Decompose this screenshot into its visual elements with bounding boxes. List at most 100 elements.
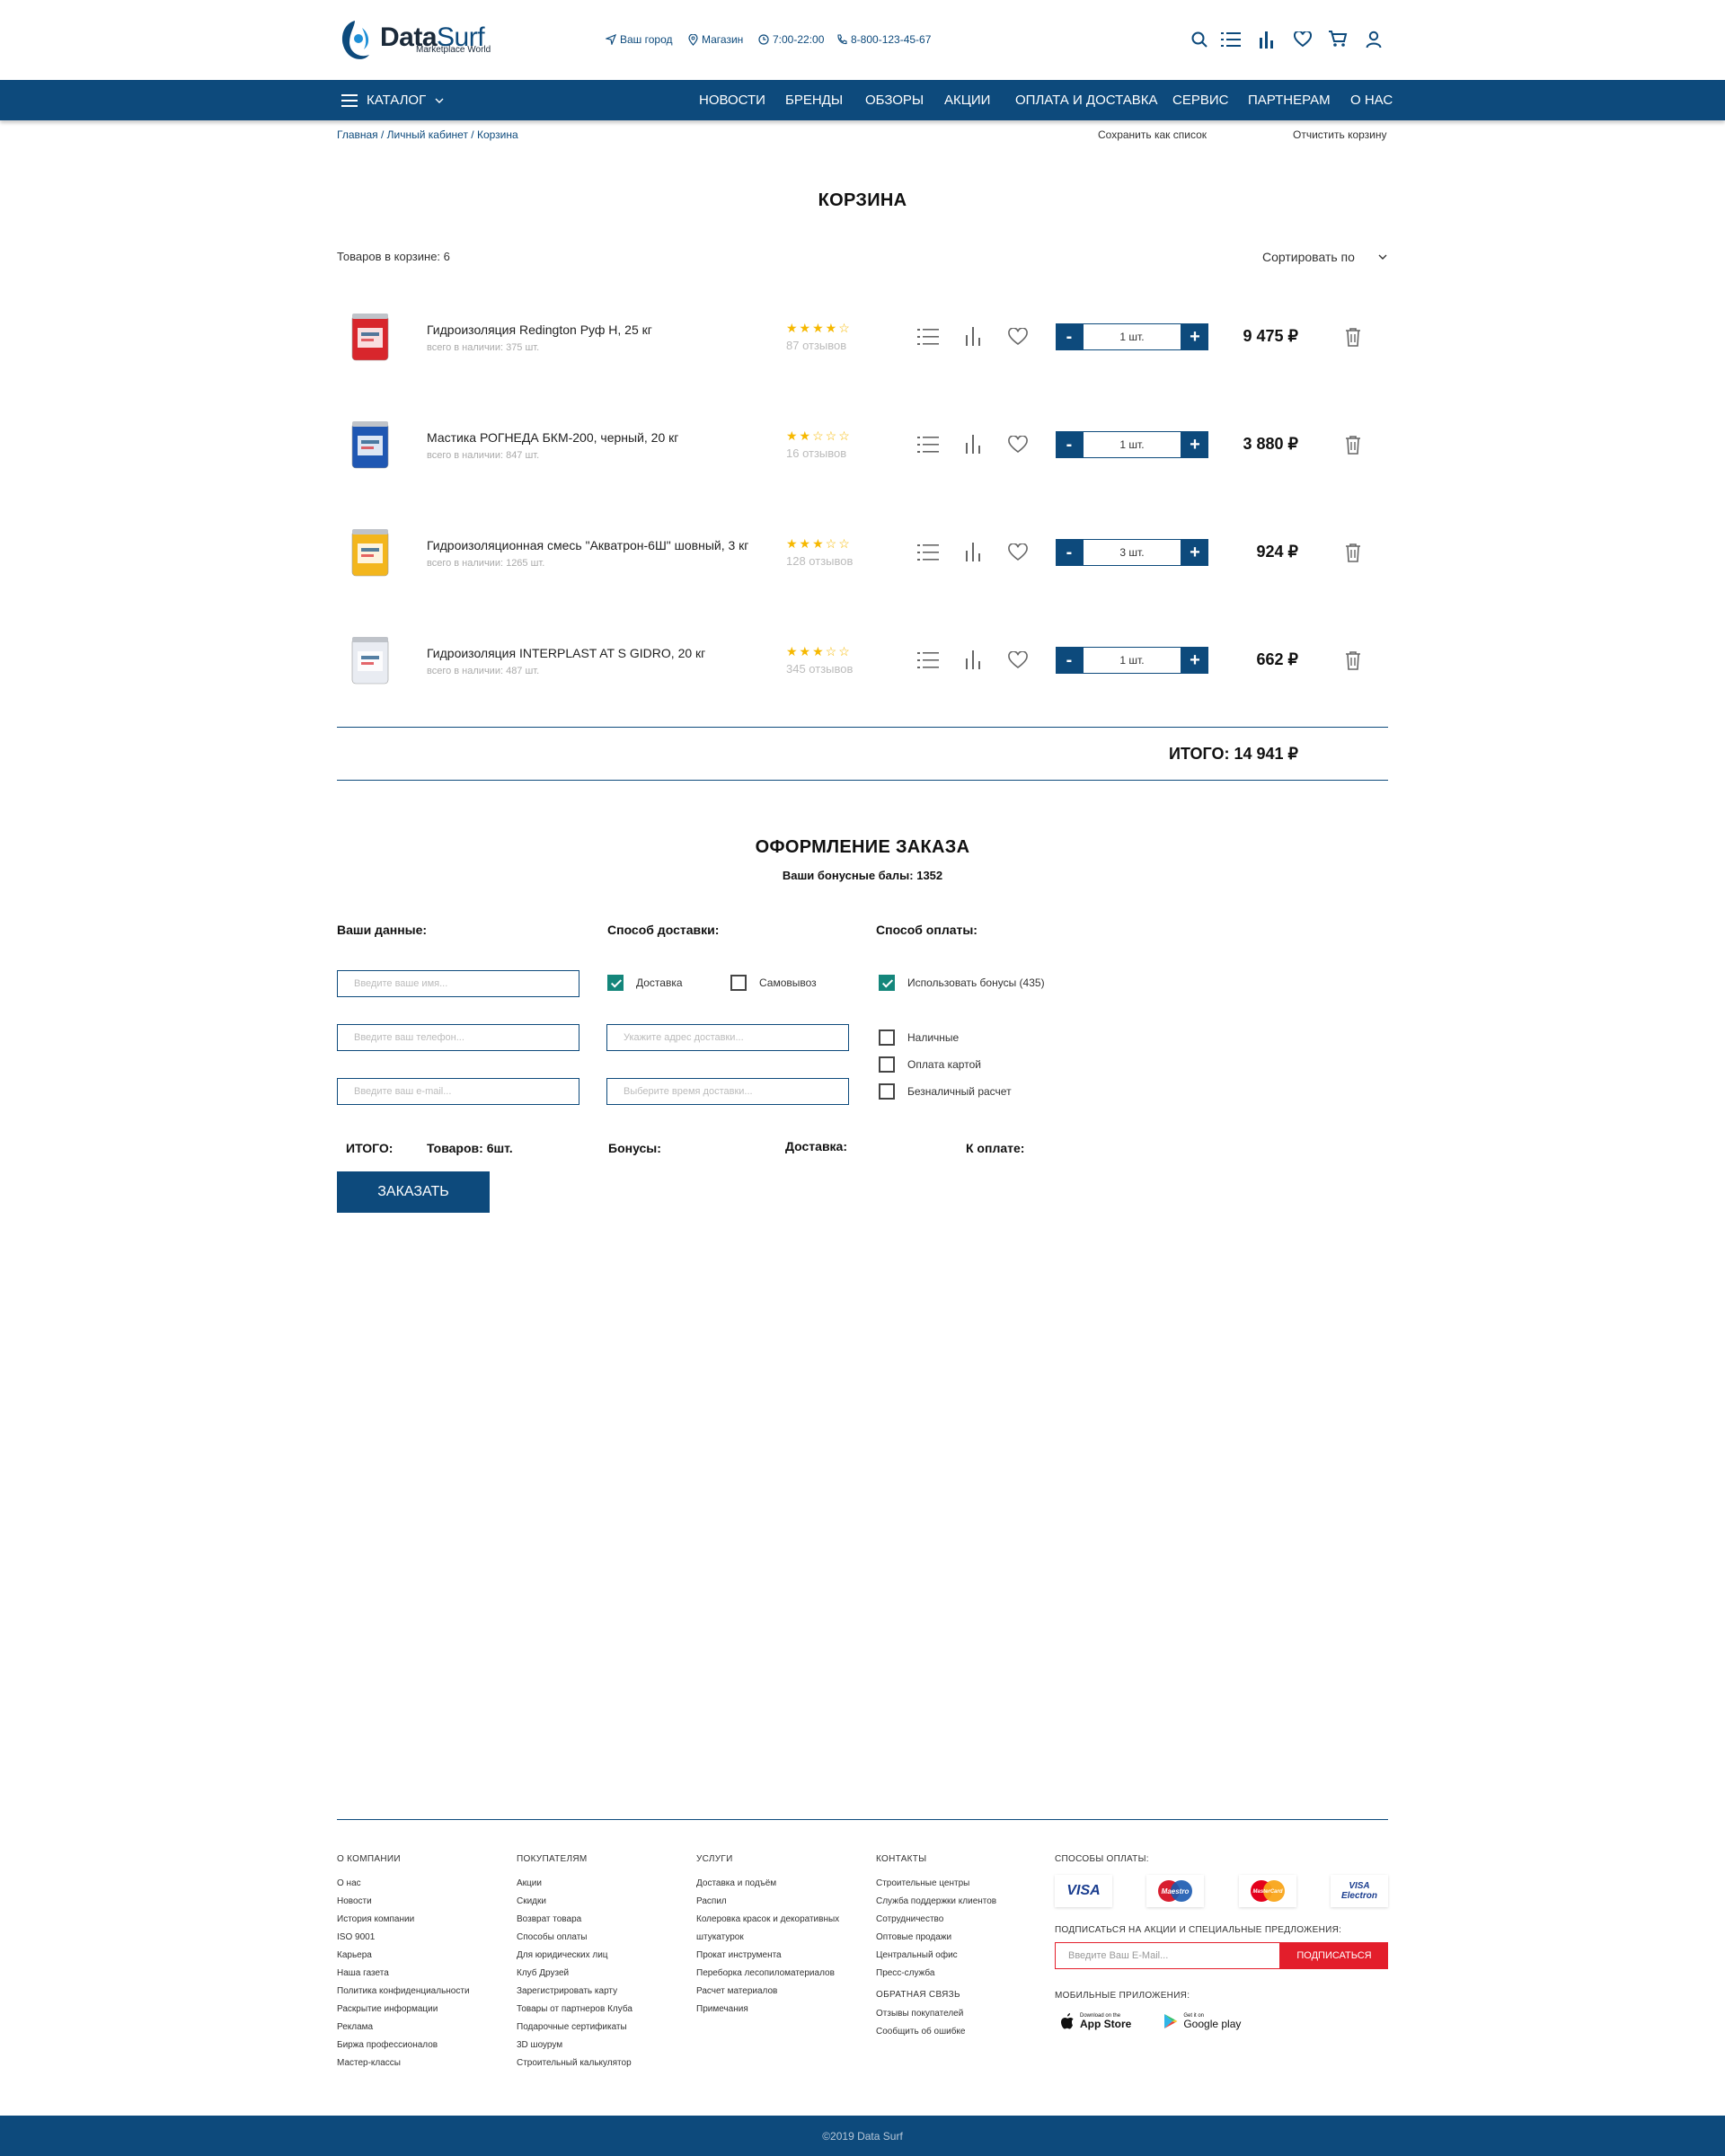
compare-icon[interactable]	[965, 434, 981, 458]
increase-quantity-button[interactable]: +	[1181, 647, 1208, 674]
phone-link[interactable]: 8-800-123-45-67	[836, 33, 931, 46]
nav-news[interactable]: НОВОСТИ	[699, 93, 765, 108]
cashless-option[interactable]: Безналичный расчет	[879, 1083, 1012, 1100]
card-checkbox[interactable]	[879, 1056, 895, 1073]
delivery-option[interactable]: Доставка	[607, 975, 683, 991]
product-image[interactable]	[348, 526, 393, 579]
increase-quantity-button[interactable]: +	[1181, 323, 1208, 350]
clear-cart-link[interactable]: Отчистить корзину	[1293, 128, 1387, 141]
email-field[interactable]: Введите ваш e-mail...	[337, 1078, 579, 1105]
quantity-value[interactable]: 1 шт.	[1083, 647, 1181, 674]
delivery-checkbox[interactable]	[607, 975, 624, 991]
footer-link[interactable]: Раскрытие информации	[337, 2001, 508, 2019]
compare-icon[interactable]	[965, 326, 981, 350]
footer-link[interactable]: Товары от партнеров Клуба	[517, 2001, 687, 2019]
breadcrumb[interactable]: Главная / Личный кабинет / Корзина	[337, 128, 518, 141]
cashless-checkbox[interactable]	[879, 1083, 895, 1100]
product-name[interactable]: Гидроизоляция Redington Руф Н, 25 кг	[427, 323, 652, 337]
catalog-menu-button[interactable]: КАТАЛОГ	[341, 93, 444, 108]
reviews-count[interactable]: 16 отзывов	[786, 446, 846, 460]
product-name[interactable]: Гидроизоляция INTERPLAST AT S GIDRO, 20 …	[427, 646, 705, 660]
add-to-list-icon[interactable]	[917, 327, 939, 351]
footer-link[interactable]: ISO 9001	[337, 1929, 508, 1947]
favorite-icon[interactable]	[1008, 543, 1028, 566]
city-selector[interactable]: Ваш город	[606, 33, 673, 46]
nav-brands[interactable]: БРЕНДЫ	[785, 93, 843, 108]
footer-link[interactable]: Возврат товара	[517, 1911, 687, 1929]
footer-link[interactable]: Политика конфиденциальности	[337, 1983, 508, 2001]
footer-link[interactable]: Примечания	[696, 2001, 867, 2019]
decrease-quantity-button[interactable]: -	[1056, 647, 1083, 674]
footer-link[interactable]: Переборка лесопиломатериалов	[696, 1965, 867, 1983]
compare-icon[interactable]	[965, 542, 981, 566]
quantity-value[interactable]: 1 шт.	[1083, 431, 1181, 458]
footer-link[interactable]: Строительные центры	[876, 1875, 1047, 1893]
footer-link[interactable]: Мастер-классы	[337, 2054, 508, 2072]
footer-link[interactable]: Биржа профессионалов	[337, 2037, 508, 2054]
address-field[interactable]: Укажите адрес доставки...	[606, 1024, 849, 1051]
subscribe-button[interactable]: ПОДПИСАТЬСЯ	[1280, 1942, 1388, 1969]
footer-link[interactable]: Карьера	[337, 1947, 508, 1965]
footer-link[interactable]: Отзывы покупателей	[876, 2005, 1047, 2023]
footer-link[interactable]: Клуб Друзей	[517, 1965, 687, 1983]
nav-payment-delivery[interactable]: ОПЛАТА И ДОСТАВКА	[1015, 93, 1158, 108]
product-image[interactable]	[348, 310, 393, 364]
favorites-icon[interactable]	[1291, 28, 1314, 51]
reviews-count[interactable]: 128 отзывов	[786, 554, 853, 568]
footer-link[interactable]: Сотрудничество	[876, 1911, 1047, 1929]
footer-link[interactable]: Зарегистрировать карту	[517, 1983, 687, 2001]
decrease-quantity-button[interactable]: -	[1056, 323, 1083, 350]
logo[interactable]: DataSurf Marketplace World	[337, 15, 499, 67]
increase-quantity-button[interactable]: +	[1181, 431, 1208, 458]
decrease-quantity-button[interactable]: -	[1056, 539, 1083, 566]
product-image[interactable]	[348, 633, 393, 687]
footer-link[interactable]: Центральный офис	[876, 1947, 1047, 1965]
footer-link[interactable]: Для юридических лиц	[517, 1947, 687, 1965]
footer-link[interactable]: Подарочные сертификаты	[517, 2019, 687, 2037]
card-option[interactable]: Оплата картой	[879, 1056, 981, 1073]
account-icon[interactable]	[1362, 28, 1385, 51]
footer-link[interactable]: Сообщить об ошибке	[876, 2023, 1047, 2041]
app-store-button[interactable]: Download on the App Store	[1055, 2008, 1137, 2035]
trash-icon[interactable]	[1345, 543, 1361, 567]
footer-link[interactable]: Доставка и подъём	[696, 1875, 867, 1893]
footer-link[interactable]: Строительный калькулятор	[517, 2054, 687, 2072]
cash-checkbox[interactable]	[879, 1029, 895, 1046]
footer-link[interactable]: Наша газета	[337, 1965, 508, 1983]
add-to-list-icon[interactable]	[917, 650, 939, 675]
save-as-list-link[interactable]: Сохранить как список	[1098, 128, 1207, 141]
subscribe-email-input[interactable]: Введите Ваш E-Mail...	[1055, 1942, 1280, 1969]
footer-link[interactable]: Акции	[517, 1875, 687, 1893]
footer-link[interactable]: Колеровка красок и декоративных	[696, 1911, 867, 1929]
pickup-checkbox[interactable]	[730, 975, 747, 991]
footer-link[interactable]: История компании	[337, 1911, 508, 1929]
cart-icon[interactable]	[1326, 27, 1349, 50]
footer-link[interactable]: штукатурок	[696, 1929, 867, 1947]
delivery-time-field[interactable]: Выберите время доставки...	[606, 1078, 849, 1105]
quantity-value[interactable]: 3 шт.	[1083, 539, 1181, 566]
compare-icon[interactable]	[965, 649, 981, 674]
increase-quantity-button[interactable]: +	[1181, 539, 1208, 566]
add-to-list-icon[interactable]	[917, 543, 939, 567]
trash-icon[interactable]	[1345, 327, 1361, 351]
footer-link[interactable]: Расчет материалов	[696, 1983, 867, 2001]
sort-dropdown[interactable]: Сортировать по	[1262, 250, 1387, 264]
favorite-icon[interactable]	[1008, 327, 1028, 350]
nav-partners[interactable]: ПАРТНЕРАМ	[1248, 93, 1331, 108]
favorite-icon[interactable]	[1008, 435, 1028, 458]
use-bonus-checkbox[interactable]	[879, 975, 895, 991]
search-icon[interactable]	[1188, 28, 1211, 51]
pickup-option[interactable]: Самовывоз	[730, 975, 817, 991]
footer-link[interactable]: Скидки	[517, 1893, 687, 1911]
lists-icon[interactable]	[1219, 28, 1243, 51]
reviews-count[interactable]: 87 отзывов	[786, 339, 846, 352]
product-image[interactable]	[348, 418, 393, 472]
add-to-list-icon[interactable]	[917, 435, 939, 459]
footer-link[interactable]: Пресс-служба	[876, 1965, 1047, 1983]
favorite-icon[interactable]	[1008, 650, 1028, 674]
google-play-button[interactable]: Get it on Google play	[1158, 2008, 1247, 2035]
nav-service[interactable]: СЕРВИС	[1172, 93, 1228, 108]
product-name[interactable]: Гидроизоляционная смесь "Акватрон-6Ш" шо…	[427, 538, 748, 552]
shop-selector[interactable]: Магазин	[688, 33, 743, 46]
footer-link[interactable]: Способы оплаты	[517, 1929, 687, 1947]
